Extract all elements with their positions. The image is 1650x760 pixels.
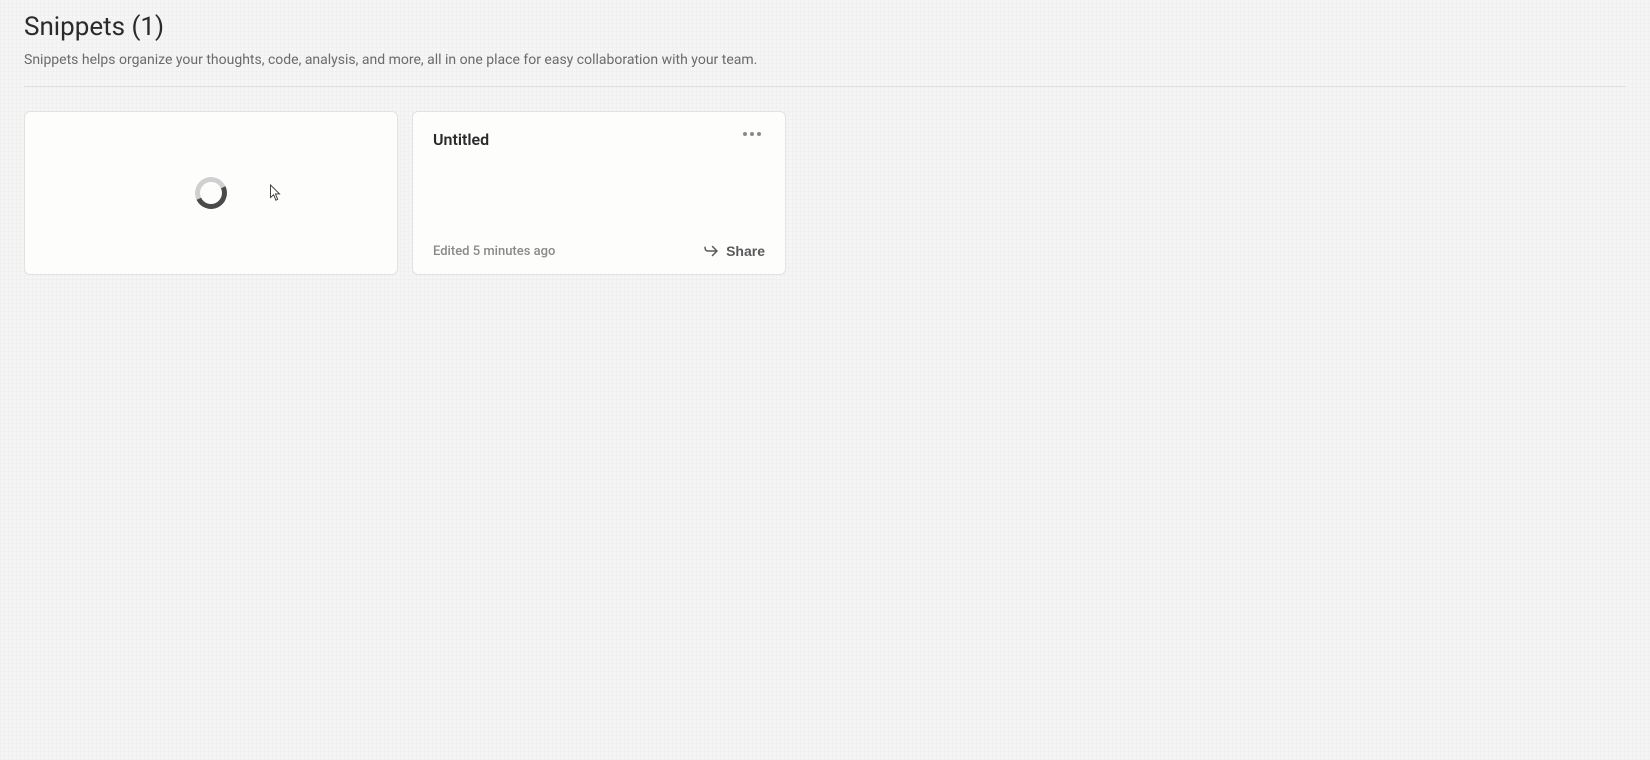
more-icon [750, 132, 754, 136]
cards-container: Untitled Edited 5 minutes ago Share [24, 111, 1626, 275]
snippet-title: Untitled [433, 130, 489, 149]
header-divider [24, 86, 1626, 87]
loading-spinner-icon [190, 172, 231, 213]
snippet-card-footer: Edited 5 minutes ago Share [433, 242, 765, 260]
page-title: Snippets (1) [24, 12, 1626, 42]
more-icon [743, 132, 747, 136]
more-options-button[interactable] [739, 128, 765, 140]
more-icon [757, 132, 761, 136]
snippet-card-header: Untitled [433, 130, 765, 149]
share-button[interactable]: Share [702, 242, 765, 260]
snippet-card[interactable]: Untitled Edited 5 minutes ago Share [412, 111, 786, 275]
new-snippet-card[interactable] [24, 111, 398, 275]
page-subtitle: Snippets helps organize your thoughts, c… [24, 52, 1626, 68]
share-button-label: Share [726, 243, 765, 259]
share-icon [702, 242, 720, 260]
edited-timestamp: Edited 5 minutes ago [433, 244, 555, 259]
